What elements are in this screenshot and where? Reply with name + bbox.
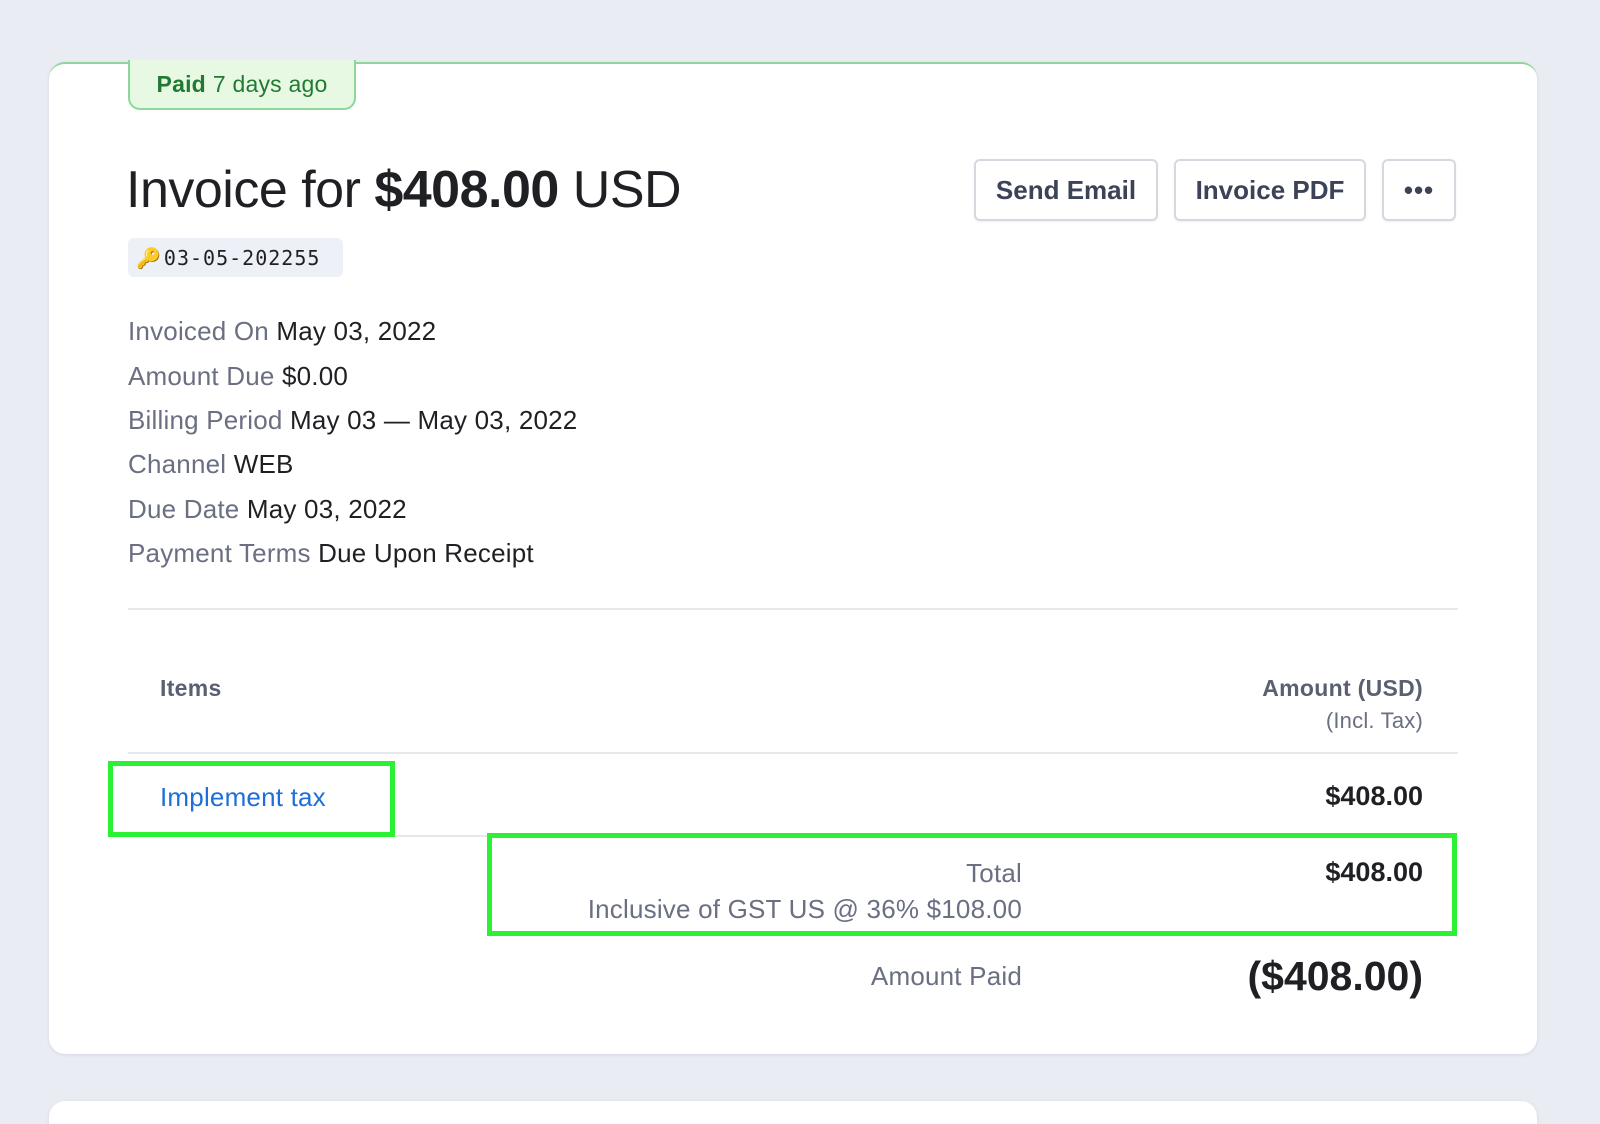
detail-value: $0.00 [281,361,349,391]
detail-amount-due: Amount Due $0.00 [128,361,348,392]
key-icon: 🔑 [136,245,162,270]
highlight-box-total [487,833,1457,936]
status-badge: Paid 7 days ago [128,60,356,110]
detail-channel: Channel WEB [128,449,294,480]
amount-column-subheader: (Incl. Tax) [1325,708,1423,733]
items-column-header: Items [160,675,222,701]
detail-value: May 03, 2022 [276,316,437,346]
detail-label: Amount Due [128,361,275,391]
invoice-number: 03-05-202255 [163,245,321,270]
detail-value: May 03, 2022 [246,494,407,524]
title-prefix: Invoice for [126,161,361,219]
detail-due-date: Due Date May 03, 2022 [128,494,407,525]
more-options-button[interactable]: ••• [1382,159,1456,221]
amount-column-header: Amount (USD) [1262,675,1423,701]
highlight-box-item [108,761,395,837]
detail-label: Invoiced On [128,316,269,346]
title-amount: $408.00 [374,161,559,219]
detail-value: WEB [233,449,294,479]
detail-payment-terms: Payment Terms Due Upon Receipt [128,538,534,569]
status-label: Paid [156,70,206,97]
detail-label: Payment Terms [128,538,311,568]
detail-label: Due Date [128,494,240,524]
section-divider [128,608,1458,610]
table-header-divider [128,752,1458,754]
detail-label: Billing Period [128,405,283,435]
invoice-number-chip: 🔑 03-05-202255 [128,238,343,277]
page-title: Invoice for $408.00 USD [126,160,682,220]
invoice-pdf-button[interactable]: Invoice PDF [1174,159,1366,221]
next-card [49,1101,1537,1124]
detail-label: Channel [128,449,227,479]
detail-billing-period: Billing Period May 03 — May 03, 2022 [128,405,577,436]
detail-value: Due Upon Receipt [318,538,534,568]
detail-value: May 03 — May 03, 2022 [290,405,578,435]
status-detail: 7 days ago [212,70,328,97]
send-email-button[interactable]: Send Email [974,159,1158,221]
detail-invoiced-on: Invoiced On May 03, 2022 [128,316,436,347]
title-currency: USD [572,161,682,219]
amount-paid-label: Amount Paid [870,961,1022,991]
item-amount: $408.00 [1325,781,1423,811]
amount-paid-value: ($408.00) [1247,953,1423,999]
